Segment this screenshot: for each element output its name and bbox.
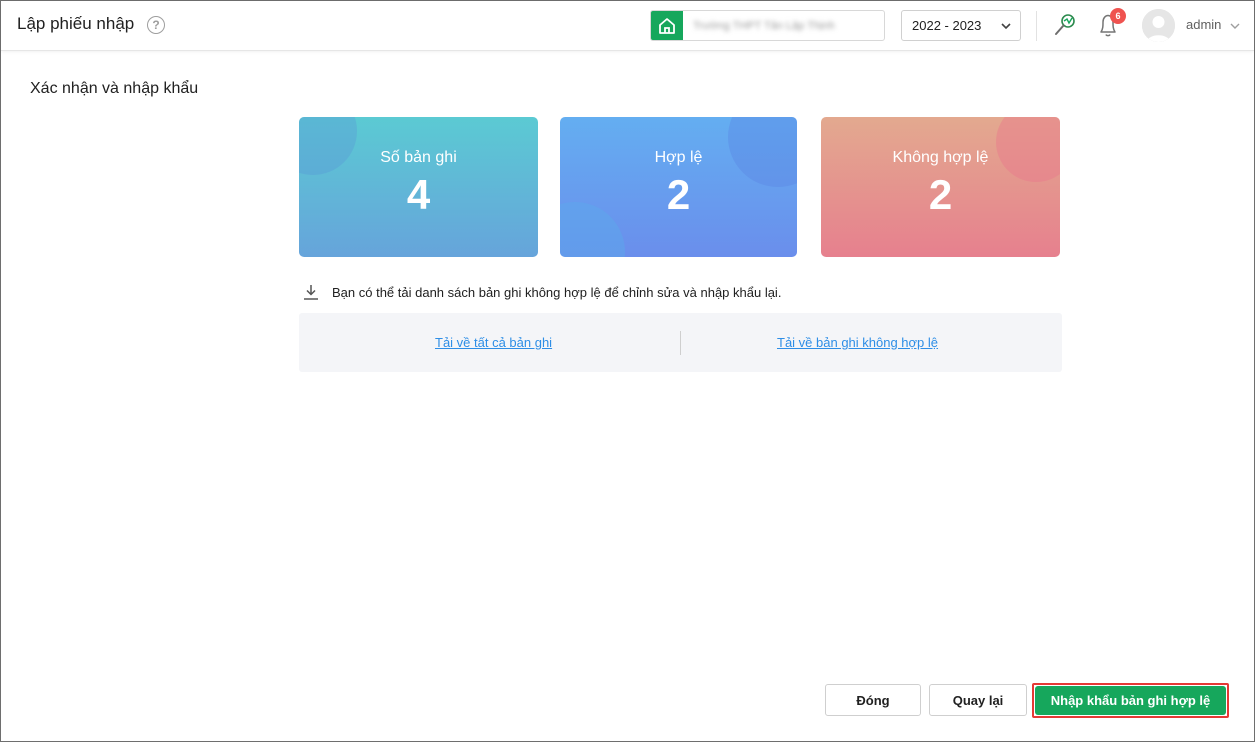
school-selector[interactable]: Trường THPT Tân Lập Thịnh bbox=[650, 10, 885, 41]
username[interactable]: admin bbox=[1186, 17, 1221, 32]
notification-button[interactable]: 6 bbox=[1095, 8, 1126, 41]
chevron-down-icon[interactable] bbox=[1229, 19, 1241, 37]
pin-icon[interactable] bbox=[1051, 11, 1079, 44]
close-button[interactable]: Đóng bbox=[825, 684, 921, 716]
notification-badge: 6 bbox=[1110, 8, 1126, 24]
import-valid-button[interactable]: Nhập khẩu bản ghi hợp lệ bbox=[1035, 686, 1226, 715]
school-year-value: 2022 - 2023 bbox=[912, 18, 982, 33]
valid-records-card: Hợp lệ 2 bbox=[560, 117, 797, 257]
card-value: 2 bbox=[666, 171, 691, 218]
school-year-select[interactable]: 2022 - 2023 bbox=[901, 10, 1021, 41]
hint-text: Bạn có thể tải danh sách bản ghi không h… bbox=[332, 284, 782, 300]
download-invalid-link[interactable]: Tải về bản ghi không hợp lệ bbox=[777, 335, 938, 350]
school-name: Trường THPT Tân Lập Thịnh bbox=[693, 19, 835, 32]
card-label: Số bản ghi bbox=[380, 149, 457, 166]
download-hint: Bạn có thể tải danh sách bản ghi không h… bbox=[302, 283, 781, 301]
card-label: Không hợp lệ bbox=[892, 149, 989, 166]
panel-divider bbox=[680, 331, 681, 355]
page-title: Lập phiếu nhập bbox=[17, 14, 135, 33]
header-divider bbox=[1036, 11, 1037, 41]
card-label: Hợp lệ bbox=[654, 149, 703, 166]
back-button[interactable]: Quay lại bbox=[929, 684, 1027, 716]
section-title: Xác nhận và nhập khẩu bbox=[30, 80, 199, 97]
download-panel: Tải về tất cả bản ghi Tải về bản ghi khô… bbox=[299, 313, 1062, 372]
help-icon[interactable]: ? bbox=[147, 16, 165, 34]
chevron-down-icon bbox=[1000, 20, 1012, 35]
card-value: 2 bbox=[928, 171, 953, 218]
download-all-link[interactable]: Tải về tất cả bản ghi bbox=[435, 335, 552, 350]
home-icon bbox=[651, 11, 683, 40]
invalid-records-card: Không hợp lệ 2 bbox=[821, 117, 1060, 257]
card-value: 4 bbox=[406, 171, 431, 218]
top-header: Lập phiếu nhập ? Trường THPT Tân Lập Thị… bbox=[1, 1, 1254, 51]
avatar[interactable] bbox=[1142, 9, 1175, 42]
total-records-card: Số bản ghi 4 bbox=[299, 117, 538, 257]
download-icon bbox=[304, 285, 318, 300]
